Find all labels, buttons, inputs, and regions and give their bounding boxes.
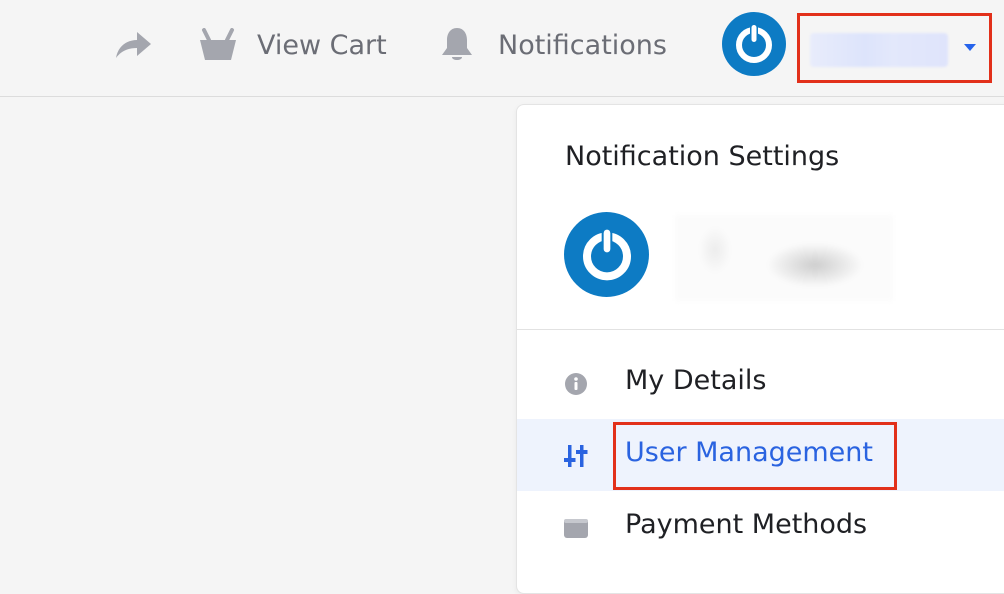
power-logo-icon: [564, 212, 649, 297]
menu-item-label: My Details: [625, 365, 767, 396]
card-icon: [563, 515, 589, 541]
info-icon: [563, 371, 589, 397]
notifications-label: Notifications: [498, 29, 667, 61]
view-cart-button[interactable]: View Cart: [198, 22, 387, 68]
sliders-icon: [563, 443, 589, 469]
view-cart-label: View Cart: [257, 29, 387, 61]
share-arrow-icon: [113, 29, 153, 61]
notifications-button[interactable]: Notifications: [439, 22, 667, 68]
top-bar: View Cart Notifications: [0, 0, 1004, 97]
notification-settings-link[interactable]: Notification Settings: [565, 141, 839, 172]
bell-icon: [439, 26, 475, 64]
basket-icon: [198, 28, 238, 62]
account-menu-trigger[interactable]: [797, 13, 992, 83]
highlight-box: [613, 422, 897, 490]
caret-down-icon: [964, 44, 976, 51]
menu-item-label: Payment Methods: [625, 509, 868, 540]
menu-item-my-details[interactable]: My Details: [517, 347, 1004, 419]
profile-info-redacted: [675, 215, 893, 301]
menu-item-payment-methods[interactable]: Payment Methods: [517, 491, 1004, 563]
power-logo-icon[interactable]: [722, 12, 786, 76]
share-button[interactable]: [113, 22, 157, 68]
menu-item-user-management[interactable]: User Management: [517, 419, 1004, 491]
account-name-redacted: [810, 33, 948, 67]
account-dropdown-menu: Notification Settings My Details User Ma…: [516, 104, 1004, 594]
menu-divider: [517, 329, 1004, 330]
